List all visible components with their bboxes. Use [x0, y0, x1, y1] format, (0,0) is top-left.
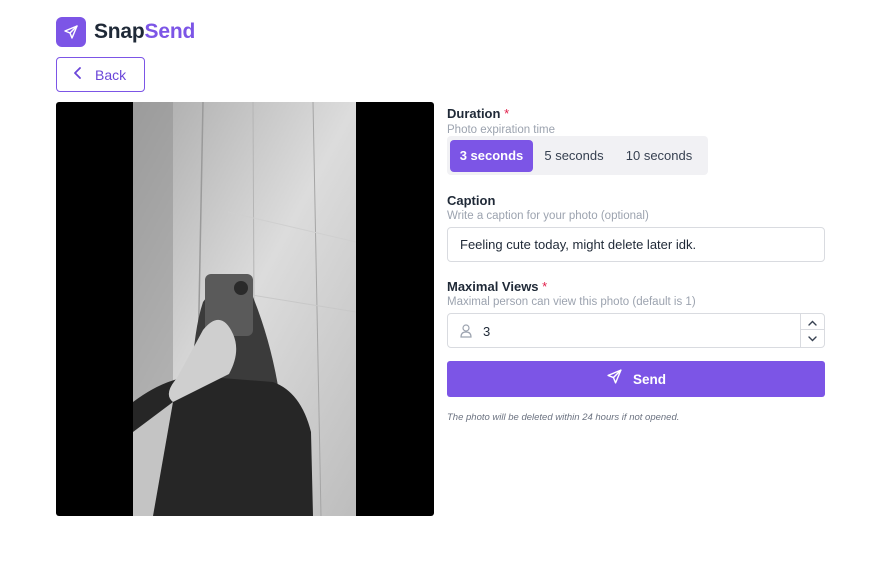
deletion-note: The photo will be deleted within 24 hour… [447, 412, 680, 423]
caption-input[interactable]: Feeling cute today, might delete later i… [447, 227, 825, 262]
duration-option-5-seconds[interactable]: 5 seconds [533, 140, 615, 172]
views-label: Maximal Views * [447, 279, 547, 294]
views-value: 3 [483, 324, 491, 339]
required-mark: * [542, 279, 548, 294]
duration-hint: Photo expiration time [447, 124, 556, 136]
duration-label-text: Duration [447, 106, 501, 121]
photo-preview [56, 102, 434, 516]
app-name: SnapSend [94, 20, 195, 44]
duration-option-10-seconds[interactable]: 10 seconds [615, 140, 703, 172]
app-brand: SnapSend [56, 17, 195, 47]
person-icon [460, 324, 472, 343]
chevron-down-icon [808, 329, 817, 347]
views-input[interactable]: 3 [447, 313, 825, 348]
caption-label: Caption [447, 193, 496, 208]
send-button-label: Send [632, 371, 666, 387]
views-hint: Maximal person can view this photo (defa… [447, 296, 696, 308]
app-name-accent: Send [144, 20, 196, 43]
duration-label: Duration * [447, 106, 509, 121]
send-button[interactable]: Send [447, 361, 825, 397]
views-label-text: Maximal Views [447, 279, 539, 294]
paper-plane-icon [56, 17, 86, 47]
required-mark: * [504, 106, 510, 121]
photo-image [133, 102, 356, 516]
views-stepper [800, 314, 824, 347]
caption-hint: Write a caption for your photo (optional… [447, 210, 649, 222]
increment-button[interactable] [801, 314, 824, 330]
back-button[interactable]: Back [56, 57, 145, 92]
duration-option-3-seconds[interactable]: 3 seconds [450, 139, 533, 172]
chevron-left-icon [73, 66, 83, 84]
app-name-main: Snap [94, 20, 145, 43]
back-button-label: Back [95, 66, 127, 83]
decrement-button[interactable] [801, 330, 824, 346]
chevron-up-icon [808, 313, 817, 331]
paper-plane-icon [606, 368, 623, 390]
duration-selector: 3 seconds 5 seconds 10 seconds [447, 136, 708, 175]
